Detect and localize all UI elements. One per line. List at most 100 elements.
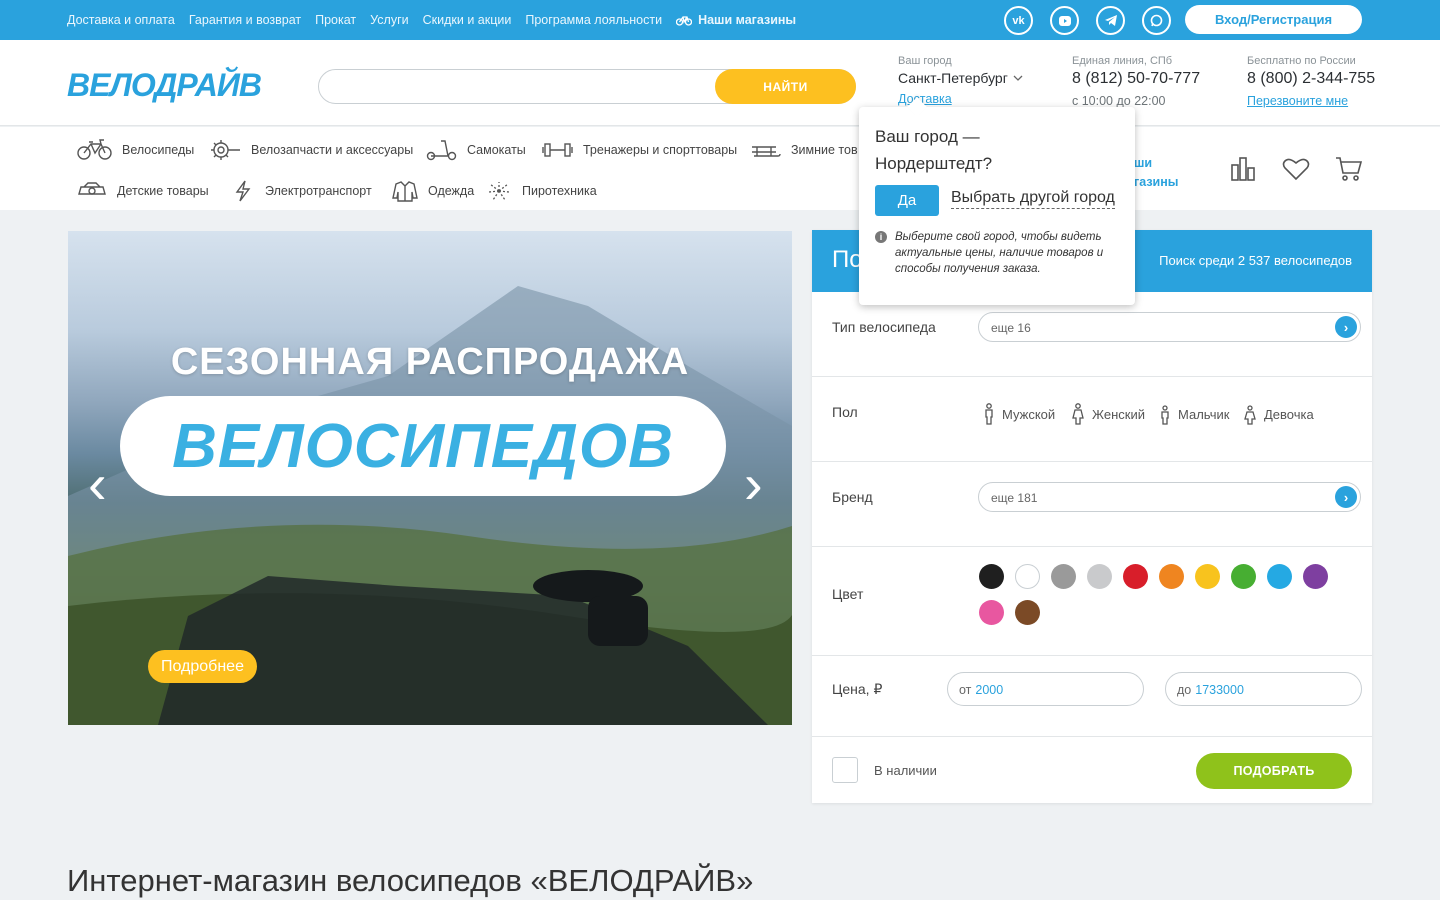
category-electric[interactable]: Электротранспорт [231,180,372,202]
top-link-warranty[interactable]: Гарантия и возврат [189,13,301,27]
category-pyro[interactable]: Пиротехника [486,180,597,202]
chat-icon[interactable] [1142,6,1171,35]
top-link-discounts[interactable]: Скидки и акции [423,13,512,27]
top-link-loyalty[interactable]: Программа лояльности [525,13,662,27]
color-swatch[interactable] [1195,564,1220,589]
banner-pill: ВЕЛОСИПЕДОВ [120,396,726,496]
pick-button[interactable]: ПОДОБРАТЬ [1196,753,1352,789]
type-select[interactable]: еще 16 › [978,312,1361,342]
color-swatch[interactable] [1159,564,1184,589]
search-input[interactable] [335,78,715,93]
filter-row-brand: Бренд еще 181 › [812,462,1372,547]
login-button[interactable]: Вход/Регистрация [1185,5,1362,34]
gender-girl[interactable]: Девочка [1244,403,1314,425]
banner-prev-button[interactable]: ‹ [88,456,107,512]
top-link-delivery[interactable]: Доставка и оплата [67,13,175,27]
filter-row-actions: В наличии ПОДОБРАТЬ [812,737,1372,803]
popup-other-city-link[interactable]: Выбрать другой город [951,189,1115,209]
price-from-input[interactable]: от 2000 [947,672,1144,706]
brand-label: Бренд [832,489,873,505]
callback-link[interactable]: Перезвоните мне [1247,94,1375,108]
category-bikes[interactable]: Велосипеды [77,139,194,161]
top-link-rental[interactable]: Прокат [315,13,356,27]
category-clothes[interactable]: Одежда [392,180,474,202]
city-confirm-popup: Ваш город — Нордерштедт? Да Выбрать друг… [859,107,1135,305]
popup-question-line1: Ваш город — [875,127,980,146]
girl-icon [1244,405,1256,425]
logo[interactable]: ВЕЛОДРАЙВ [67,67,262,104]
top-link-services[interactable]: Услуги [370,13,408,27]
youtube-icon[interactable] [1050,6,1079,35]
cart-icon[interactable] [1335,156,1363,182]
line-hours: с 10:00 до 22:00 [1072,94,1166,108]
bike-icon [676,16,693,26]
price-to-input[interactable]: до 1733000 [1165,672,1362,706]
color-swatch[interactable] [1267,564,1292,589]
phone-free-block: Бесплатно по России 8 (800) 2-344-755 Пе… [1247,55,1375,108]
type-placeholder: еще 16 [991,321,1031,335]
color-swatch[interactable] [1087,564,1112,589]
bike-icon [77,139,112,160]
in-stock-label: В наличии [874,763,937,778]
free-label: Бесплатно по России [1247,55,1356,67]
category-parts-label: Велозапчасти и аксессуары [251,143,414,157]
color-swatch[interactable] [979,564,1004,589]
gender-male[interactable]: Мужской [984,403,1055,425]
category-trainers[interactable]: Тренажеры и спорттовары [542,139,737,161]
category-clothes-label: Одежда [428,184,475,198]
category-scooters[interactable]: Самокаты [426,139,526,161]
free-phone[interactable]: 8 (800) 2-344-755 [1247,70,1375,88]
color-swatch[interactable] [1303,564,1328,589]
color-swatch[interactable] [1015,600,1040,625]
price-from-label: от [959,683,972,697]
popup-info: i Выберите свой город, чтобы видеть акту… [875,229,1120,277]
gender-female[interactable]: Женский [1072,403,1145,425]
top-bar: Доставка и оплата Гарантия и возврат Про… [0,0,1440,40]
color-swatch[interactable] [1123,564,1148,589]
banner-title: ВЕЛОСИПЕДОВ [172,411,674,481]
price-label: Цена, ₽ [832,681,883,697]
category-kids[interactable]: Детские товары [77,180,209,202]
banner-next-button[interactable]: › [744,456,763,512]
category-bikes-label: Велосипеды [122,143,195,157]
category-scooters-label: Самокаты [467,143,526,157]
heart-icon[interactable] [1282,157,1310,181]
telegram-icon[interactable] [1096,6,1125,35]
search-button[interactable]: НАЙТИ [715,69,856,104]
popup-info-text: Выберите свой город, чтобы видеть актуал… [895,231,1104,275]
chevron-right-icon[interactable]: › [1335,486,1357,508]
gender-female-label: Женский [1092,406,1145,422]
filter-row-price: Цена, ₽ от 2000 до 1733000 [812,656,1372,737]
category-electric-label: Электротранспорт [265,184,372,198]
chevron-right-icon[interactable]: › [1335,316,1357,338]
social-links: vk [1004,6,1171,35]
boy-icon [1161,405,1169,425]
color-swatch[interactable] [1051,564,1076,589]
top-link-stores[interactable]: Наши магазины [676,13,796,27]
city-selector[interactable]: Санкт-Петербург [898,70,1023,86]
woman-icon [1072,403,1084,425]
price-to-value: 1733000 [1195,683,1244,697]
banner-headline: СЕЗОННАЯ РАСПРОДАЖА [170,341,690,383]
phone-spb-block: Единая линия, СПб 8 (812) 50-70-777 с 10… [1072,55,1200,108]
color-swatch[interactable] [979,600,1004,625]
hero-banner[interactable]: СЕЗОННАЯ РАСПРОДАЖА ВЕЛОСИПЕДОВ ‹ › Подр… [68,231,792,725]
color-swatch[interactable] [1231,564,1256,589]
filter-row-color: Цвет [812,547,1372,656]
popup-yes-button[interactable]: Да [875,185,939,216]
vk-icon[interactable]: vk [1004,6,1033,35]
category-parts[interactable]: Велозапчасти и аксессуары [210,139,413,161]
category-winter[interactable]: Зимние товары [751,139,858,161]
in-stock-checkbox[interactable] [832,757,858,783]
city-value: Санкт-Петербург [898,70,1008,86]
brand-select[interactable]: еще 181 › [978,482,1361,512]
color-swatch[interactable] [1015,564,1040,589]
category-pyro-label: Пиротехника [522,184,597,198]
banner-more-button[interactable]: Подробнее [148,650,257,683]
price-to-label: до [1177,683,1192,697]
fireworks-icon [488,182,510,201]
gender-boy[interactable]: Мальчик [1160,403,1229,425]
compare-icon[interactable] [1230,156,1256,182]
category-trainers-label: Тренажеры и спорттовары [583,143,738,157]
line-phone[interactable]: 8 (812) 50-70-777 [1072,70,1200,88]
